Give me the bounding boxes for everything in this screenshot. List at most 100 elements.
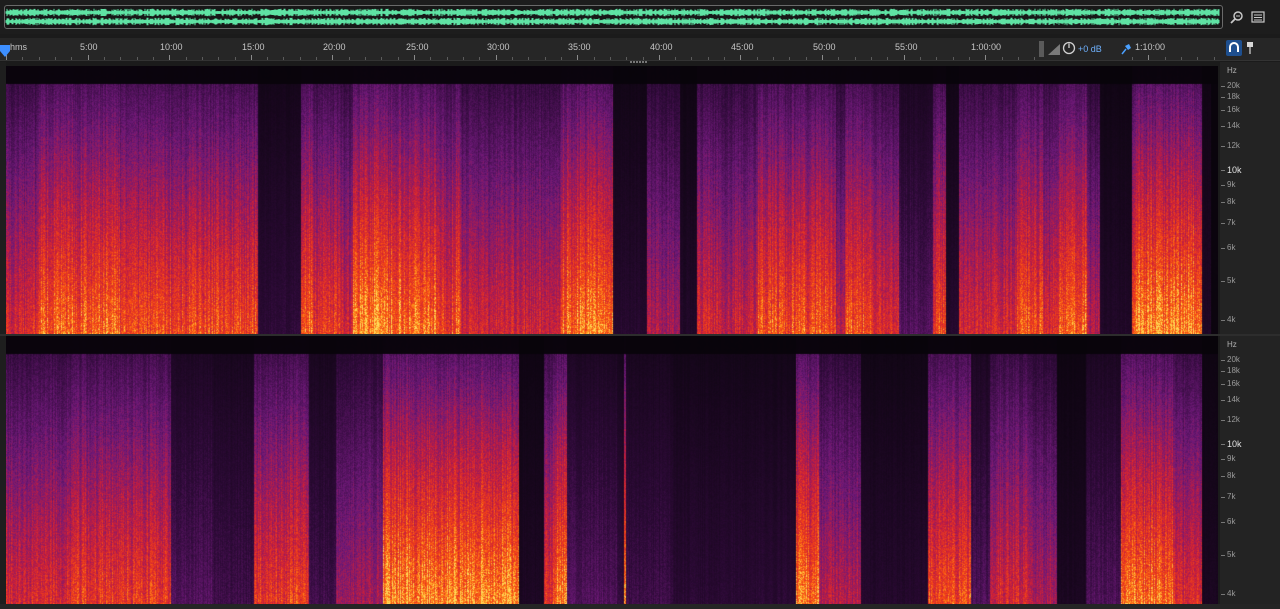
overview-waveform[interactable] [4, 5, 1223, 29]
frequency-tick [1221, 97, 1225, 98]
gain-value[interactable]: +0 dB [1078, 44, 1102, 54]
ruler-tick-mark [218, 57, 220, 60]
ruler-tick-mark [642, 57, 644, 60]
pin-icon[interactable] [1121, 43, 1132, 55]
ruler-tick-mark [544, 57, 546, 60]
ruler-tick-mark [446, 57, 448, 60]
ruler-tick-mark [675, 57, 677, 60]
frequency-tick [1221, 110, 1225, 111]
ruler-tick-mark [234, 57, 236, 60]
ruler-tick-mark [120, 57, 122, 60]
frequency-tick [1221, 420, 1225, 421]
frequency-label: 4k [1227, 589, 1236, 598]
ruler-tick-mark [1197, 57, 1199, 60]
ruler-tick-mark [577, 55, 579, 60]
ruler-tick-mark [22, 57, 24, 60]
frequency-unit-label: Hz [1227, 340, 1237, 349]
ruler-tick-label: 15:00 [242, 42, 265, 52]
frequency-label: 20k [1227, 355, 1240, 364]
frequency-unit-label: Hz [1227, 66, 1237, 75]
spectral-view-icon[interactable] [1250, 9, 1266, 25]
frequency-label: 10k [1227, 165, 1242, 175]
frequency-tick [1221, 476, 1225, 477]
ruler-tick-mark [756, 57, 758, 60]
spectrogram-channel-left[interactable] [6, 66, 1218, 334]
panel-resize-handle[interactable] [630, 61, 650, 64]
ruler-tick-mark [348, 57, 350, 60]
ruler-tick-mark [560, 57, 562, 60]
frequency-label: 16k [1227, 105, 1240, 114]
frequency-label: 18k [1227, 92, 1240, 101]
bottom-scrollbar[interactable] [0, 604, 1280, 609]
ruler-tick-mark [1213, 57, 1215, 60]
frequency-label: 5k [1227, 276, 1236, 285]
playhead-marker[interactable] [0, 45, 10, 57]
ruler-tick-mark [1148, 55, 1150, 60]
frequency-tick [1221, 594, 1225, 595]
frequency-tick [1221, 146, 1225, 147]
ruler-tick-mark [609, 57, 611, 60]
ruler-tick-mark [267, 57, 269, 60]
ruler-tick-mark [250, 55, 252, 60]
frequency-label: 7k [1227, 218, 1236, 227]
frequency-tick [1221, 86, 1225, 87]
frequency-label: 10k [1227, 439, 1242, 449]
frequency-tick [1221, 223, 1225, 224]
ruler-tick-mark [789, 57, 791, 60]
frequency-tick [1221, 185, 1225, 186]
overview-waveform-channel [5, 17, 1220, 26]
ruler-tick-mark [658, 55, 660, 60]
ruler-tick-mark [1034, 57, 1036, 60]
ruler-tick-mark [511, 57, 513, 60]
ruler-tick-label: 25:00 [406, 42, 429, 52]
ruler-tick-mark [773, 57, 774, 60]
ruler-tick-mark [381, 57, 383, 60]
ruler-tick-mark [283, 57, 285, 60]
frequency-tick [1221, 444, 1225, 445]
frequency-label: 18k [1227, 366, 1240, 375]
zoom-magnifier-icon[interactable] [1229, 9, 1245, 25]
ruler-tick-mark [1017, 57, 1019, 60]
frequency-scale-left: Hz 20k 18k 16k 14k 12k 10k 9k 8k 7k 6k 5k 4k [1220, 62, 1280, 334]
ruler-tick-mark [822, 55, 823, 60]
ruler-tick-mark [887, 57, 889, 60]
ruler-tick-mark [332, 55, 334, 60]
ruler-tick-mark [495, 55, 497, 60]
marker-icon[interactable] [1246, 41, 1254, 55]
ruler-tick-mark [479, 57, 481, 60]
frequency-tick [1221, 202, 1225, 203]
frequency-tick [1221, 371, 1225, 372]
frequency-label: 9k [1227, 454, 1236, 463]
frequency-tick [1221, 555, 1225, 556]
ruler-units-label: hms [10, 42, 28, 52]
frequency-tick [1221, 360, 1225, 361]
ruler-tick-label: 30:00 [487, 42, 510, 52]
ruler-grip[interactable] [1039, 41, 1044, 57]
ruler-tick-label: 5:00 [80, 42, 98, 52]
frequency-label: 6k [1227, 243, 1236, 252]
frequency-label: 7k [1227, 492, 1236, 501]
volume-ramp-icon[interactable] [1048, 42, 1060, 56]
ruler-tick-mark [365, 57, 366, 60]
frequency-scale-right: Hz 20k 18k 16k 14k 12k 10k 9k 8k 7k 6k 5k 4k [1220, 336, 1280, 604]
ruler-tick-mark [952, 57, 954, 60]
frequency-label: 4k [1227, 315, 1236, 324]
ruler-tick-mark [805, 57, 807, 60]
gain-knob-icon[interactable] [1062, 41, 1076, 55]
ruler-tick-mark [919, 57, 921, 60]
ruler-tick-mark [871, 57, 872, 60]
ruler-tick-mark [87, 55, 89, 60]
ruler-tick-mark [169, 55, 171, 60]
ruler-tick-label: 10:00 [160, 42, 183, 52]
frequency-label: 12k [1227, 415, 1240, 424]
snap-magnet-icon[interactable] [1226, 40, 1242, 56]
frequency-tick [1221, 320, 1225, 321]
ruler-tick-label: 20:00 [323, 42, 346, 52]
frequency-label: 20k [1227, 81, 1240, 90]
ruler-tick-label: 55:00 [895, 42, 918, 52]
ruler-tick-mark [968, 57, 970, 60]
time-ruler[interactable]: hms +0 dB 5:00 10:00 15:00 20:00 25:00 30:00 3… [0, 38, 1280, 61]
ruler-tick-mark [38, 57, 40, 60]
spectrogram-channel-right[interactable] [6, 336, 1218, 604]
ruler-tick-mark [854, 57, 856, 60]
